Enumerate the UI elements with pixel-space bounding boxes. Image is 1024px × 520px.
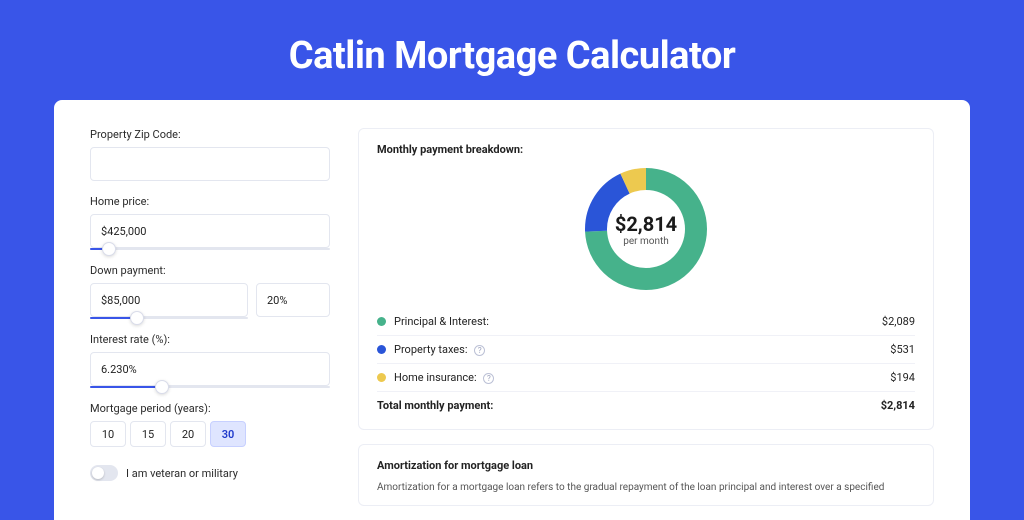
donut-value: $2,814 — [615, 212, 677, 236]
rate-label: Interest rate (%): — [90, 333, 330, 346]
breakdown-total-label: Total monthly payment: — [377, 399, 881, 412]
down-group: Down payment: — [90, 264, 330, 319]
price-slider[interactable] — [90, 248, 330, 250]
donut-chart: $2,814 per month — [581, 164, 711, 294]
breakdown-row-ins: Home insurance: ? $194 — [377, 363, 915, 391]
rate-slider-thumb[interactable] — [155, 380, 169, 394]
period-30-button[interactable]: 30 — [210, 421, 246, 447]
hero: Catlin Mortgage Calculator Property Zip … — [54, 0, 970, 512]
dot-ins — [377, 373, 386, 382]
veteran-toggle-knob — [92, 467, 104, 479]
breakdown-label-ins-text: Home insurance: — [394, 371, 477, 384]
info-icon[interactable]: ? — [483, 373, 494, 384]
breakdown-val-tax: $531 — [890, 343, 915, 356]
veteran-toggle[interactable] — [90, 465, 118, 481]
price-label: Home price: — [90, 195, 330, 208]
breakdown-panel: Monthly payment breakdown: $2,814 per mo… — [358, 128, 934, 430]
breakdown-row-tax: Property taxes: ? $531 — [377, 335, 915, 363]
period-15-button[interactable]: 15 — [130, 421, 166, 447]
breakdown-total-val: $2,814 — [881, 399, 915, 412]
breakdown-label-tax: Property taxes: ? — [394, 343, 890, 356]
breakdown-val-principal: $2,089 — [882, 315, 915, 328]
form-column: Property Zip Code: Home price: Down paym… — [90, 128, 330, 520]
dot-principal — [377, 317, 386, 326]
amortization-panel: Amortization for mortgage loan Amortizat… — [358, 444, 934, 506]
down-label: Down payment: — [90, 264, 330, 277]
breakdown-row-total: Total monthly payment: $2,814 — [377, 391, 915, 419]
rate-group: Interest rate (%): — [90, 333, 330, 388]
donut-wrap: $2,814 per month — [377, 164, 915, 294]
results-column: Monthly payment breakdown: $2,814 per mo… — [358, 128, 934, 520]
rate-input[interactable] — [90, 352, 330, 386]
zip-label: Property Zip Code: — [90, 128, 330, 141]
period-label: Mortgage period (years): — [90, 402, 330, 415]
breakdown-row-principal: Principal & Interest: $2,089 — [377, 308, 915, 335]
down-amount-input[interactable] — [90, 283, 248, 317]
breakdown-label-tax-text: Property taxes: — [394, 343, 467, 356]
amort-text: Amortization for a mortgage loan refers … — [377, 480, 915, 495]
period-buttons: 10 15 20 30 — [90, 421, 330, 447]
price-slider-thumb[interactable] — [102, 242, 116, 256]
rate-slider-fill — [90, 386, 162, 388]
donut-center: $2,814 per month — [581, 164, 711, 294]
breakdown-title: Monthly payment breakdown: — [377, 143, 915, 156]
breakdown-label-principal: Principal & Interest: — [394, 315, 882, 328]
page-title: Catlin Mortgage Calculator — [54, 0, 970, 100]
price-input[interactable] — [90, 214, 330, 248]
zip-group: Property Zip Code: — [90, 128, 330, 181]
period-10-button[interactable]: 10 — [90, 421, 126, 447]
down-slider-thumb[interactable] — [130, 311, 144, 325]
breakdown-val-ins: $194 — [890, 371, 915, 384]
price-group: Home price: — [90, 195, 330, 250]
period-20-button[interactable]: 20 — [170, 421, 206, 447]
breakdown-label-ins: Home insurance: ? — [394, 371, 890, 384]
down-pct-input[interactable] — [256, 283, 330, 317]
down-slider[interactable] — [90, 317, 248, 319]
donut-sub: per month — [623, 236, 669, 247]
veteran-row: I am veteran or military — [90, 465, 330, 481]
period-group: Mortgage period (years): 10 15 20 30 — [90, 402, 330, 447]
dot-tax — [377, 345, 386, 354]
zip-input[interactable] — [90, 147, 330, 181]
calculator-card: Property Zip Code: Home price: Down paym… — [54, 100, 970, 520]
rate-slider[interactable] — [90, 386, 330, 388]
veteran-label: I am veteran or military — [126, 467, 238, 480]
amort-title: Amortization for mortgage loan — [377, 459, 915, 472]
info-icon[interactable]: ? — [474, 345, 485, 356]
